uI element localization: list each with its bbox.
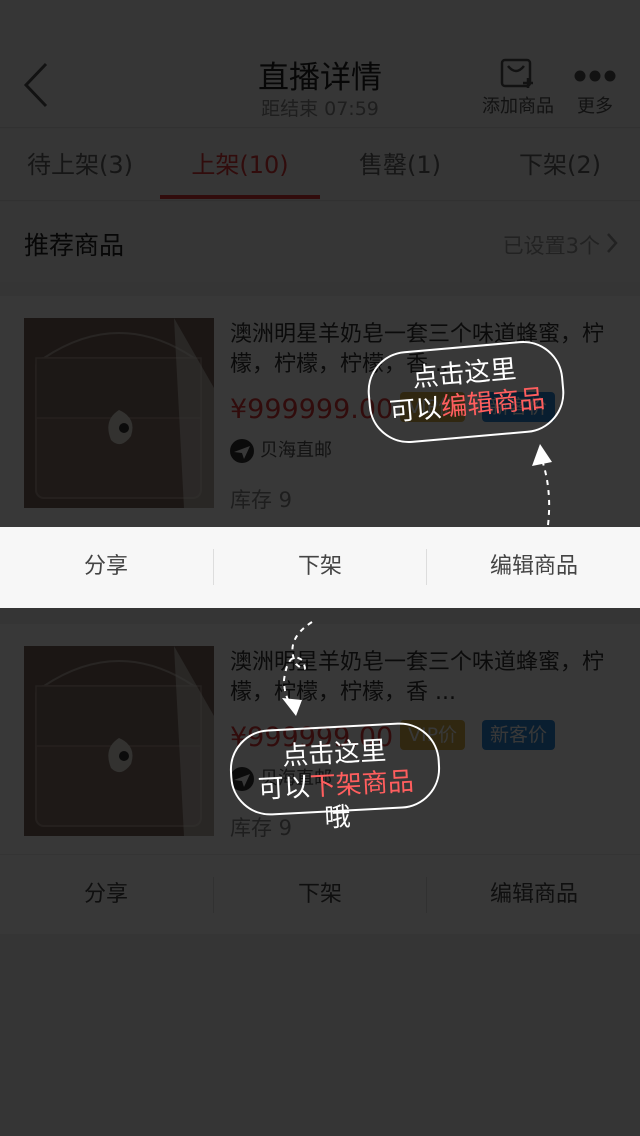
arrow-to-edit [541,459,551,526]
arrowhead-down-icon [282,698,302,716]
arrowhead-up-icon [532,444,552,466]
arrow-to-delist [282,621,313,707]
guide-arrows [282,444,552,716]
